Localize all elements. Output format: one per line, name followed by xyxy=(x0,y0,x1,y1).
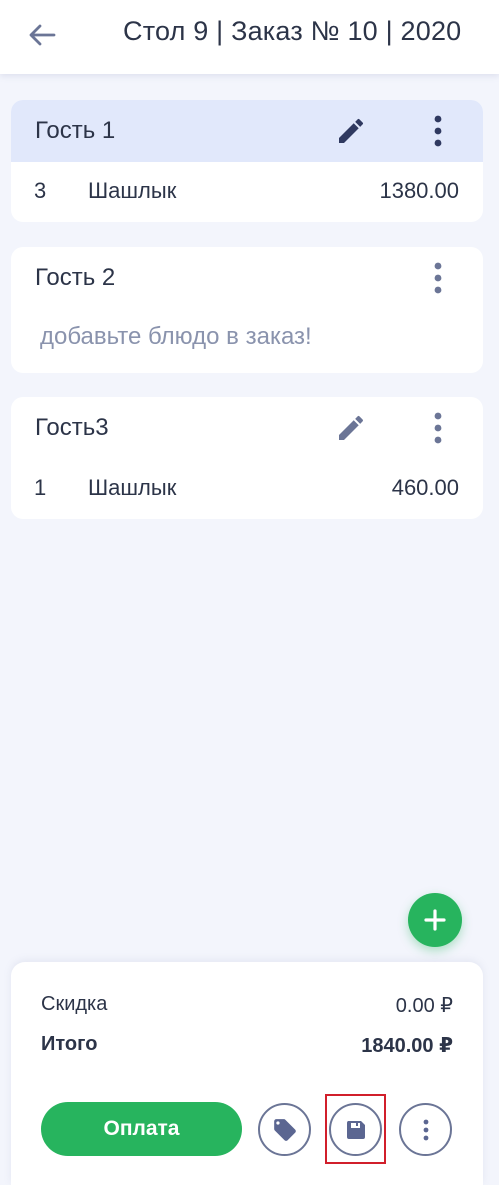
dish-quantity: 1 xyxy=(34,475,47,500)
pencil-icon xyxy=(339,118,363,143)
dish-name: Шашлык xyxy=(88,178,177,203)
more-vertical-icon xyxy=(423,1119,428,1140)
guest-card-header[interactable]: Гость 1 xyxy=(11,100,483,162)
page-title: Стол 9 | Заказ № 10 | 2020 xyxy=(123,16,462,46)
guest-card[interactable]: Гость3 1 Шашлык 460.00 xyxy=(11,397,483,519)
dish-row[interactable]: 1 Шашлык 460.00 xyxy=(11,459,483,517)
more-vertical-icon xyxy=(434,262,442,294)
total-value: 1840.00 ₽ xyxy=(361,1035,453,1057)
guest-name: Гость 2 xyxy=(35,264,116,291)
more-vertical-icon xyxy=(434,115,442,147)
dish-price: 460.00 xyxy=(391,475,459,500)
guest-name: Гость3 xyxy=(35,414,109,441)
highlight-box xyxy=(325,1094,386,1164)
discount-value: 0.00 ₽ xyxy=(395,995,453,1017)
guest-card-header[interactable]: Гость 2 xyxy=(11,247,483,309)
edit-guest-button[interactable] xyxy=(333,113,369,149)
pencil-icon xyxy=(339,415,363,440)
guest-menu-button[interactable] xyxy=(423,260,453,296)
dish-row[interactable]: 3 Шашлык 1380.00 xyxy=(11,162,483,220)
plus-icon xyxy=(424,909,446,931)
pay-button[interactable]: Оплата xyxy=(41,1102,242,1156)
arrow-left-icon xyxy=(29,24,56,46)
tag-icon xyxy=(273,1118,296,1141)
empty-order-hint-text: добавьте блюдо в заказ! xyxy=(40,323,312,350)
guest-menu-button[interactable] xyxy=(423,113,453,149)
add-guest-button[interactable] xyxy=(408,893,462,947)
total-label: Итого xyxy=(41,1033,98,1055)
guest-name: Гость 1 xyxy=(35,117,116,144)
back-button[interactable] xyxy=(24,17,60,53)
discount-label: Скидка xyxy=(41,993,108,1015)
more-vertical-icon xyxy=(434,412,442,444)
dish-name: Шашлык xyxy=(88,475,177,500)
dish-price: 1380.00 xyxy=(379,178,459,203)
more-actions-button[interactable] xyxy=(399,1103,452,1156)
guest-card[interactable]: Гость 1 3 Шашлык 1380.00 xyxy=(11,100,483,222)
top-app-bar: Стол 9 | Заказ № 10 | 2020 xyxy=(0,0,499,74)
discount-button[interactable] xyxy=(258,1103,311,1156)
empty-order-hint: добавьте блюдо в заказ! xyxy=(11,309,483,373)
guest-menu-button[interactable] xyxy=(423,410,453,446)
dish-quantity: 3 xyxy=(34,178,47,203)
order-summary-panel: Скидка 0.00 ₽ Итого 1840.00 ₽ Оплата xyxy=(11,962,483,1185)
guest-card[interactable]: Гость 2 добавьте блюдо в заказ! xyxy=(11,247,483,373)
guest-card-header[interactable]: Гость3 xyxy=(11,397,483,459)
edit-guest-button[interactable] xyxy=(333,410,369,446)
